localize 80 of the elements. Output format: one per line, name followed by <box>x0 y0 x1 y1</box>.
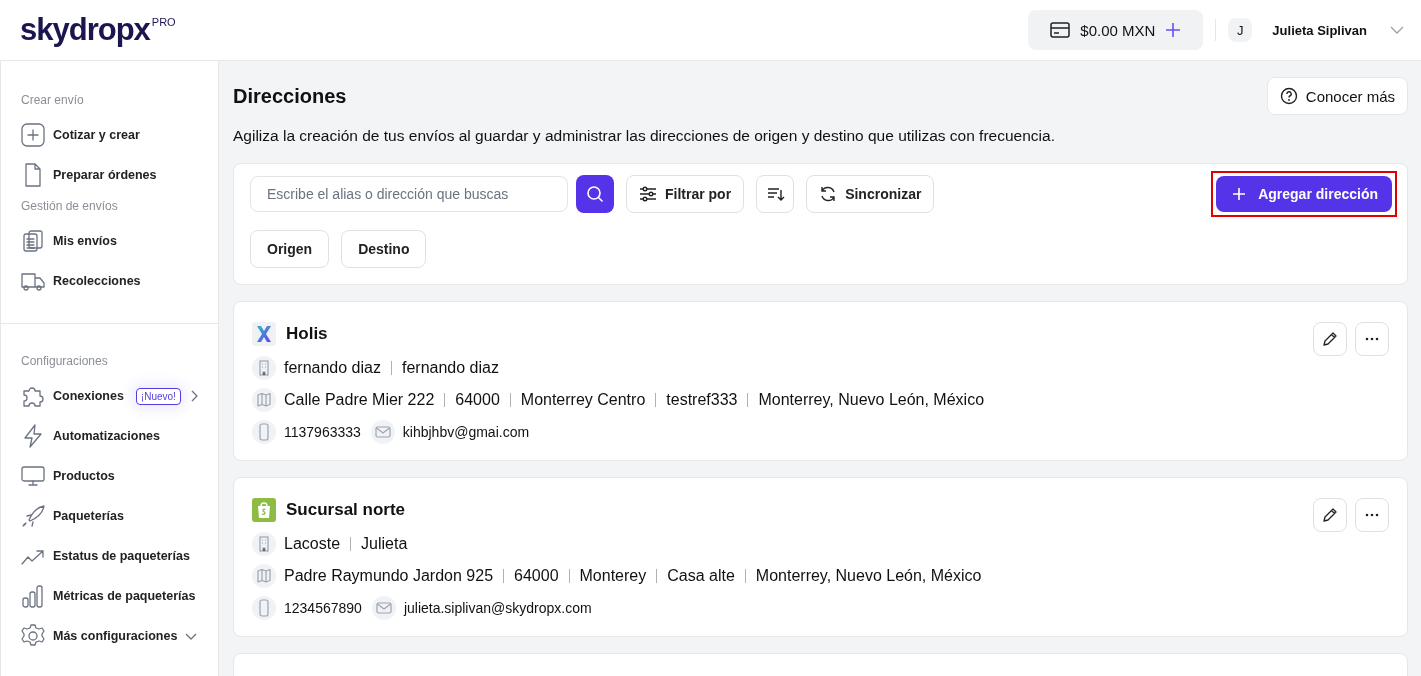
contact-name: Lacoste <box>284 535 341 553</box>
contact-name: fernando diaz <box>401 359 499 377</box>
chevron-down-icon <box>185 631 198 641</box>
sidebar-item[interactable]: Cotizar y crear <box>21 115 198 155</box>
shopping-bag-icon <box>252 498 276 522</box>
address-part: 64000 <box>455 391 500 409</box>
email-address: julieta.siplivan@skydropx.com <box>403 600 592 616</box>
building-icon <box>252 356 276 380</box>
sidebar-item[interactable]: Recolecciones <box>21 261 198 301</box>
section-heading: Crear envío <box>21 93 85 107</box>
plus-square-icon <box>21 123 45 147</box>
filter-chip[interactable]: Destino <box>341 230 427 268</box>
address-part: testref333 <box>666 391 738 409</box>
sidebar-item[interactable]: Más configuraciones <box>21 616 198 656</box>
sidebar-item[interactable]: Conexiones ¡Nuevo! <box>21 376 198 416</box>
address-part: 64000 <box>514 567 559 585</box>
filter-button[interactable]: Filtrar por <box>626 175 745 213</box>
credit-card-icon <box>1050 20 1071 40</box>
phone-number: 1234567890 <box>284 600 362 616</box>
search-button[interactable] <box>576 175 614 213</box>
edit-button[interactable] <box>1313 322 1347 356</box>
logo-superscript: PRO <box>151 16 176 28</box>
learn-more-button[interactable]: Conocer más <box>1266 77 1408 115</box>
sidebar-item[interactable]: Métricas de paqueterías <box>21 576 198 616</box>
search-field[interactable]: Escribe el alias o dirección que buscas <box>250 176 568 212</box>
edit-button[interactable] <box>1313 498 1347 532</box>
balance-button[interactable]: $0.00 MXN <box>1028 10 1204 50</box>
email-address: kihbjhbv@gmai.com <box>402 424 530 440</box>
logo-wordmark: skydropx <box>20 14 150 46</box>
mail-icon <box>371 596 396 620</box>
pencil-icon <box>1321 506 1339 524</box>
address-part: Calle Padre Mier 222 <box>284 391 435 409</box>
address-part: Monterrey Centro <box>520 391 646 409</box>
contact-name: fernando diaz <box>284 359 381 377</box>
address-part: Monterrey, Nuevo León, México <box>755 567 982 585</box>
sidebar-item[interactable]: Estatus de paqueterías <box>21 536 198 576</box>
address-part: Monterey <box>579 567 647 585</box>
page-title: Direcciones <box>233 84 347 108</box>
sidebar-item[interactable]: Mis envíos <box>21 221 198 261</box>
section-heading: Gestión de envíos <box>21 199 119 213</box>
mail-icon <box>370 420 395 444</box>
address-alias: Sucursal norte <box>286 500 406 520</box>
map-icon <box>252 388 276 412</box>
clipboard-list-icon <box>21 229 45 253</box>
address-alias: Holis <box>286 324 328 344</box>
phone-icon <box>252 420 276 444</box>
phone-icon <box>252 596 276 620</box>
search-icon <box>585 184 605 204</box>
section-heading: Configuraciones <box>21 354 109 368</box>
sidebar-item[interactable]: Productos <box>21 456 198 496</box>
sync-button[interactable]: Sincronizar <box>806 175 935 213</box>
plus-icon <box>1232 187 1247 201</box>
address-part: Padre Raymundo Jardon 925 <box>284 567 494 585</box>
bar-chart-icon <box>21 584 45 608</box>
map-icon <box>252 564 276 588</box>
new-badge: ¡Nuevo! <box>135 387 181 405</box>
sidebar-item[interactable]: Preparar órdenes <box>21 155 198 195</box>
x-logo-icon <box>252 322 276 346</box>
puzzle-icon <box>21 384 45 408</box>
address-part: Casa alte <box>667 567 735 585</box>
refresh-icon <box>819 185 838 203</box>
phone-number: 1137963333 <box>284 424 361 440</box>
gear-icon <box>21 624 45 648</box>
building-icon <box>252 532 276 556</box>
sliders-icon <box>639 185 657 203</box>
page-description: Agiliza la creación de tus envíos al guardar y administrar las direcciones de origen y destino que utilizas con frecuencia. <box>233 127 1056 145</box>
filter-chip[interactable]: Origen <box>250 230 330 268</box>
sidebar-item[interactable]: Automatizaciones <box>21 416 198 456</box>
question-circle-icon <box>1279 87 1298 105</box>
contact-name: Julieta <box>361 535 408 553</box>
plus-icon[interactable] <box>1165 22 1182 38</box>
pencil-icon <box>1321 330 1339 348</box>
sort-button[interactable] <box>756 175 795 213</box>
add-address-button[interactable]: Agregar dirección <box>1216 176 1392 212</box>
rocket-icon <box>21 504 45 528</box>
user-name[interactable]: Julieta Siplivan <box>1272 22 1367 38</box>
address-part: Monterrey, Nuevo León, México <box>758 391 985 409</box>
avatar[interactable]: J <box>1228 18 1253 42</box>
sidebar-item[interactable]: Paqueterías <box>21 496 198 536</box>
monitor-icon <box>21 464 45 488</box>
